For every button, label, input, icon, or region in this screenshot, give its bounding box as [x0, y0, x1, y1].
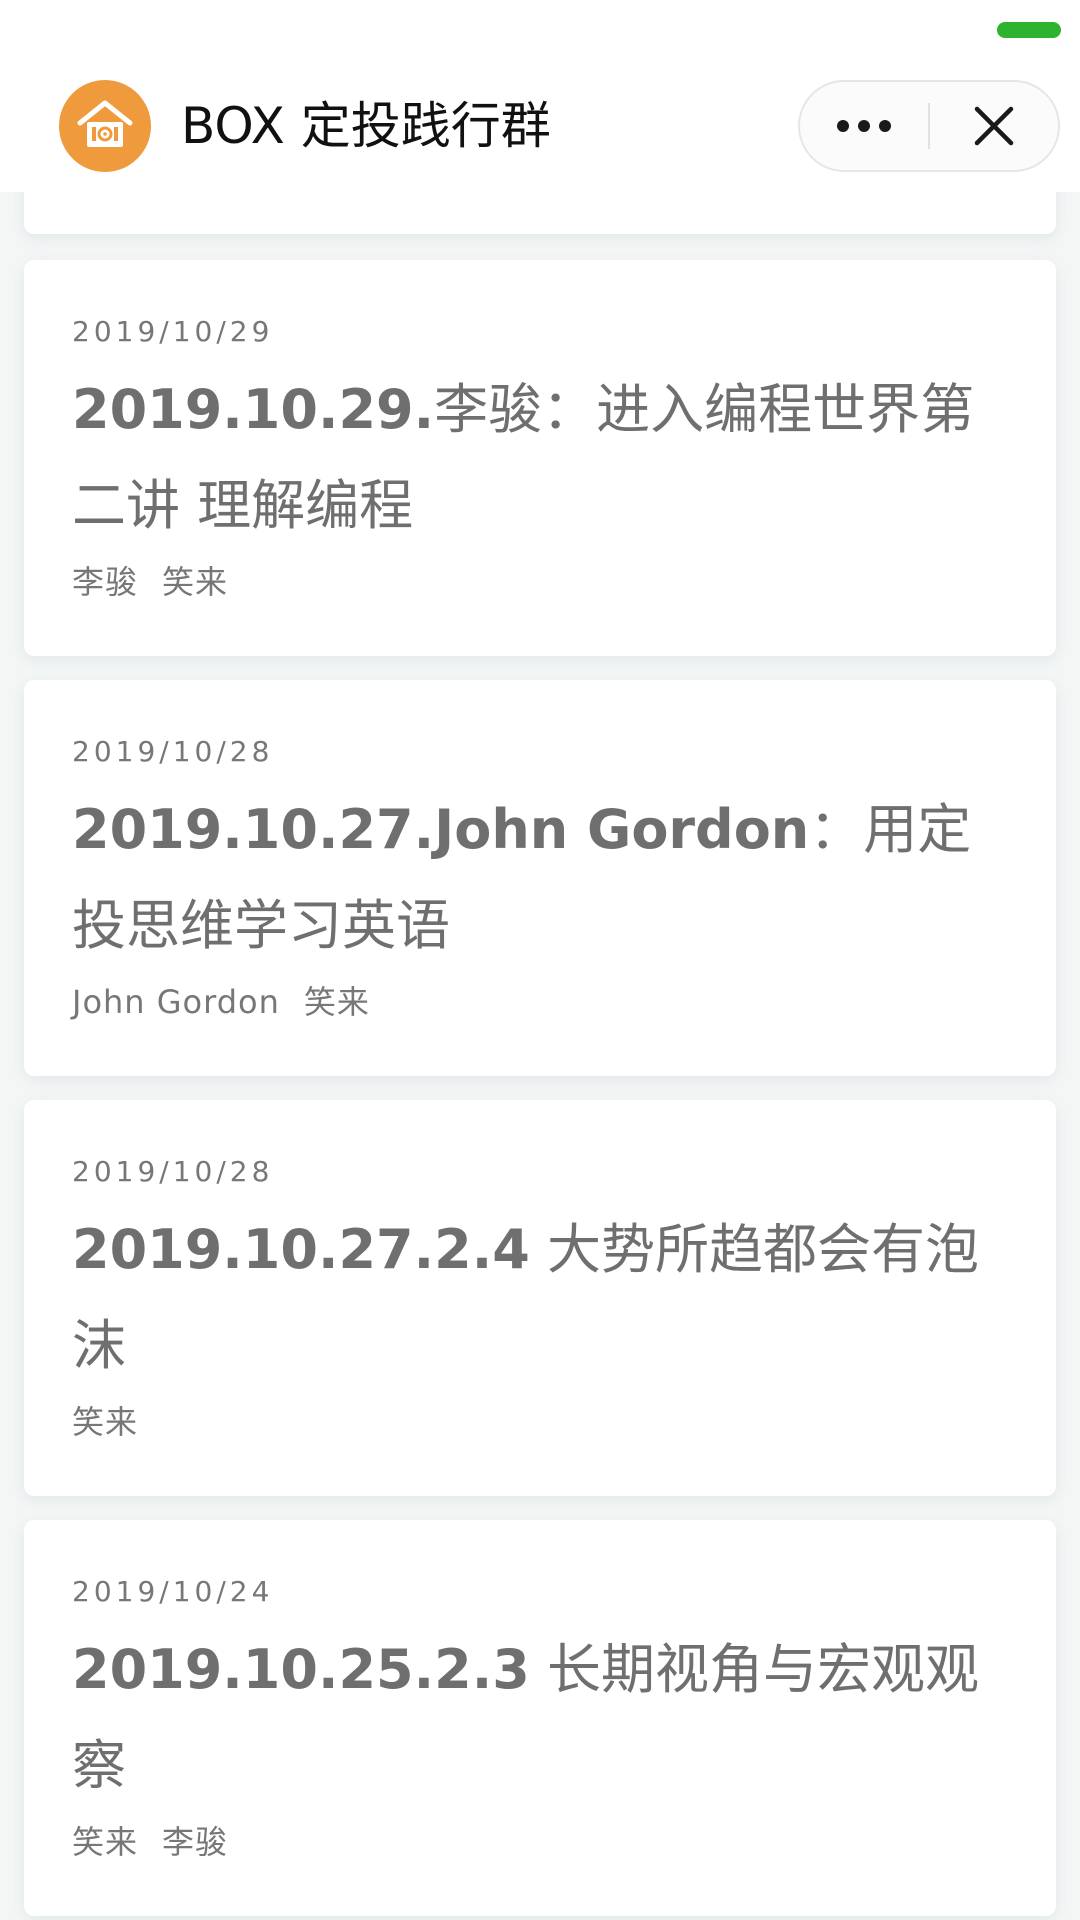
article-authors: John Gordon 笑来 — [72, 978, 1008, 1026]
article-date: 2019/10/29 — [72, 315, 274, 348]
article-authors: 笑来 — [72, 1398, 1008, 1446]
navigation-bar: BOX 定投践行群 — [0, 0, 1080, 192]
author-tag: 笑来 — [162, 563, 229, 601]
close-button[interactable] — [930, 82, 1058, 170]
article-title: 2019.10.29.李骏：进入编程世界第二讲 理解编程 — [72, 362, 1008, 554]
article-title-number: 2019.10.29. — [72, 378, 435, 441]
article-title: 2019.10.27.John Gordon：用定投思维学习英语 — [72, 782, 1008, 974]
article-title-number: 2019.10.25.2.3 — [72, 1638, 530, 1701]
article-title-number: 2019.10.27.2.4 — [72, 1218, 530, 1281]
author-tag: 笑来 — [303, 983, 370, 1021]
article-authors: 李骏 笑来 — [72, 558, 1008, 606]
status-indicator — [997, 22, 1061, 38]
capsule-menu — [798, 80, 1060, 172]
close-icon — [974, 106, 1014, 146]
article-authors: 笑来 李骏 — [72, 1818, 1008, 1866]
author-tag: 笑来 — [72, 1823, 139, 1861]
article-date: 2019/10/24 — [72, 1575, 274, 1608]
article-title: 2019.10.27.2.4 大势所趋都会有泡沫 — [72, 1202, 1008, 1394]
home-coin-icon — [77, 100, 133, 147]
article-card[interactable]: 2019/10/29 2019.10.29.李骏：进入编程世界第二讲 理解编程 … — [24, 260, 1056, 656]
article-date: 2019/10/28 — [72, 1155, 274, 1188]
app-logo — [59, 80, 151, 172]
article-title: 2019.10.25.2.3 长期视角与宏观观察 — [72, 1622, 1008, 1814]
more-button[interactable] — [800, 82, 928, 170]
app-title: BOX 定投践行群 — [181, 97, 551, 155]
article-card[interactable]: 2019/10/28 2019.10.27.2.4 大势所趋都会有泡沫 笑来 — [24, 1100, 1056, 1496]
article-card[interactable]: 2019/10/24 2019.10.25.2.3 长期视角与宏观观察 笑来 李… — [24, 1520, 1056, 1916]
article-date: 2019/10/28 — [72, 735, 274, 768]
author-tag: 笑来 — [72, 1403, 139, 1441]
author-tag: 李骏 — [162, 1823, 229, 1861]
article-card[interactable]: 2019/10/28 2019.10.27.John Gordon：用定投思维学… — [24, 680, 1056, 1076]
article-title-number: 2019.10.27.John Gordon — [72, 798, 810, 861]
author-tag: 李骏 — [72, 563, 139, 601]
more-dots-icon — [837, 120, 891, 132]
author-tag: John Gordon — [72, 983, 280, 1021]
